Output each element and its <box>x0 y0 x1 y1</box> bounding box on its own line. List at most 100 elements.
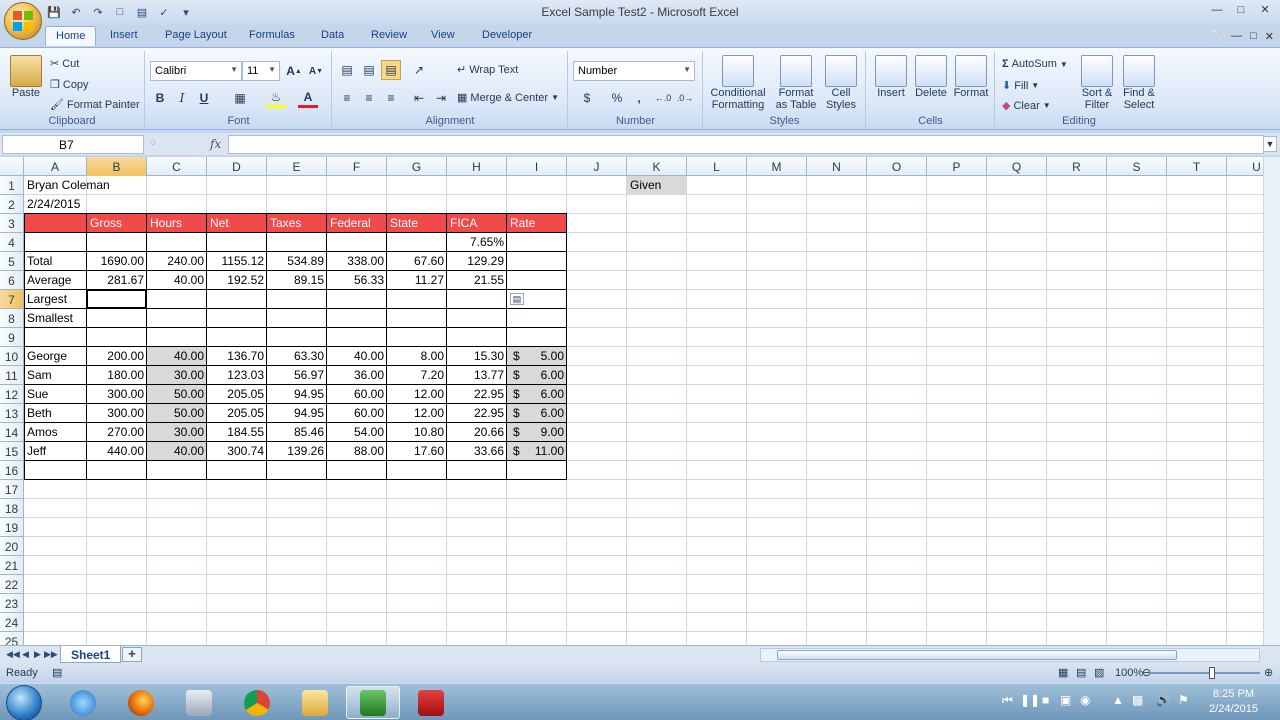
currency-button[interactable]: $ <box>577 88 597 108</box>
tab-developer[interactable]: Developer <box>482 29 532 41</box>
column-header-n[interactable]: N <box>807 157 867 176</box>
cell-a15[interactable]: Jeff <box>24 442 87 461</box>
cell-c12[interactable]: 50.00 <box>147 385 207 404</box>
media-stop-icon[interactable]: ■ <box>1042 693 1049 707</box>
cell-h14[interactable]: 20.66 <box>447 423 507 442</box>
name-box[interactable]: B7 <box>2 135 144 154</box>
cell-i10[interactable]: 5.00 $ <box>507 347 567 366</box>
row-header-22[interactable]: 22 <box>0 575 24 594</box>
volume-icon[interactable]: 🔊 <box>1156 693 1171 707</box>
paste-button[interactable]: Paste <box>8 55 44 99</box>
page-break-view-icon[interactable]: ▧ <box>1094 666 1104 679</box>
cell-i11[interactable]: 6.00 $ <box>507 366 567 385</box>
cell-a5[interactable]: Total <box>24 252 87 271</box>
sheet-tab-sheet1[interactable]: Sheet1 <box>60 646 122 663</box>
cell-c13[interactable]: 50.00 <box>147 404 207 423</box>
acrobat-icon[interactable] <box>404 686 458 719</box>
select-all-corner[interactable] <box>0 157 24 176</box>
number-format-select[interactable]: Number ▼ <box>573 61 695 81</box>
cell-f14[interactable]: 54.00 <box>327 423 387 442</box>
cell-e15[interactable]: 139.26 <box>267 442 327 461</box>
cell-g14[interactable]: 10.80 <box>387 423 447 442</box>
format-cells-button[interactable]: Format <box>951 55 991 99</box>
media-pause-icon[interactable]: ❚❚ <box>1020 693 1040 707</box>
next-sheet-icon[interactable]: ▶ <box>34 649 41 660</box>
cell-h11[interactable]: 13.77 <box>447 366 507 385</box>
chrome-icon[interactable] <box>230 686 284 719</box>
action-center-icon[interactable]: ⚑ <box>1178 693 1189 707</box>
cell-e11[interactable]: 56.97 <box>267 366 327 385</box>
insert-cells-button[interactable]: Insert <box>871 55 911 99</box>
row-header-4[interactable]: 4 <box>0 233 24 252</box>
cell-b14[interactable]: 270.00 <box>87 423 147 442</box>
cell-h12[interactable]: 22.95 <box>447 385 507 404</box>
column-header-l[interactable]: L <box>687 157 747 176</box>
delete-cells-button[interactable]: Delete <box>911 55 951 99</box>
borders-icon[interactable]: ▦ <box>230 88 250 108</box>
cell-b15[interactable]: 440.00 <box>87 442 147 461</box>
expand-formula-bar-icon[interactable]: ▼ <box>1263 136 1277 152</box>
row-header-7[interactable]: 7 <box>0 290 24 309</box>
office-button[interactable] <box>4 2 42 40</box>
zoom-slider-thumb[interactable] <box>1209 667 1215 679</box>
row-header-23[interactable]: 23 <box>0 594 24 613</box>
bold-button[interactable]: B <box>150 88 170 108</box>
cell-i15[interactable]: 11.00 $ <box>507 442 567 461</box>
copy-button[interactable]: ❐ Copy <box>50 78 89 92</box>
network-icon[interactable]: ▩ <box>1132 693 1143 707</box>
align-top-icon[interactable]: ▤ <box>337 60 357 80</box>
format-as-table-button[interactable]: Format as Table <box>772 55 820 111</box>
row-header-19[interactable]: 19 <box>0 518 24 537</box>
column-header-m[interactable]: M <box>747 157 807 176</box>
normal-view-icon[interactable]: ▦ <box>1058 666 1068 679</box>
cell-f15[interactable]: 88.00 <box>327 442 387 461</box>
column-header-i[interactable]: I <box>507 157 567 176</box>
zoom-slider-track[interactable] <box>1150 672 1260 674</box>
cell-e6[interactable]: 89.15 <box>267 271 327 290</box>
cell-i14[interactable]: 9.00 $ <box>507 423 567 442</box>
workbook-close-icon[interactable]: ✕ <box>1265 30 1274 43</box>
media-back-icon[interactable]: ⏮ <box>1002 693 1013 708</box>
cell-g5[interactable]: 67.60 <box>387 252 447 271</box>
cell-e3[interactable]: Taxes <box>267 214 327 233</box>
cell-e13[interactable]: 94.95 <box>267 404 327 423</box>
insert-sheet-icon[interactable]: ✚ <box>122 647 142 662</box>
column-header-d[interactable]: D <box>207 157 267 176</box>
cell-b6[interactable]: 281.67 <box>87 271 147 290</box>
cell-d13[interactable]: 205.05 <box>207 404 267 423</box>
minimize-icon[interactable]: — <box>1206 1 1228 18</box>
autosum-button[interactable]: Σ AutoSum ▼ <box>1002 58 1068 70</box>
insert-function-button[interactable]: fx <box>210 137 221 151</box>
tray-app-icon[interactable]: ◉ <box>1080 693 1090 707</box>
grow-font-button[interactable]: A ▲ <box>284 61 304 81</box>
wrap-text-button[interactable]: ↵ Wrap Text <box>457 63 518 77</box>
row-header-24[interactable]: 24 <box>0 613 24 632</box>
cell-b10[interactable]: 200.00 <box>87 347 147 366</box>
align-left-icon[interactable]: ≡ <box>337 88 357 108</box>
cell-b3[interactable]: Gross <box>87 214 147 233</box>
workbook-restore-icon[interactable]: □ <box>1250 30 1257 43</box>
page-layout-view-icon[interactable]: ▤ <box>1076 666 1086 679</box>
row-header-14[interactable]: 14 <box>0 423 24 442</box>
zoom-level[interactable]: 100% <box>1115 667 1143 679</box>
row-header-12[interactable]: 12 <box>0 385 24 404</box>
cell-d10[interactable]: 136.70 <box>207 347 267 366</box>
excel-taskbar-icon[interactable] <box>346 686 400 719</box>
percent-button[interactable]: % <box>607 88 627 108</box>
font-name-select[interactable]: Calibri ▼ <box>150 61 242 81</box>
cell-a12[interactable]: Sue <box>24 385 87 404</box>
cell-styles-button[interactable]: Cell Styles <box>820 55 862 111</box>
cell-g12[interactable]: 12.00 <box>387 385 447 404</box>
increase-decimal-icon[interactable]: ←.0 <box>653 88 673 108</box>
cell-b13[interactable]: 300.00 <box>87 404 147 423</box>
first-sheet-icon[interactable]: ◀◀ <box>6 649 20 660</box>
tab-insert[interactable]: Insert <box>110 29 138 41</box>
row-header-9[interactable]: 9 <box>0 328 24 347</box>
column-header-p[interactable]: P <box>927 157 987 176</box>
cell-g13[interactable]: 12.00 <box>387 404 447 423</box>
cell-h6[interactable]: 21.55 <box>447 271 507 290</box>
column-header-k[interactable]: K <box>627 157 687 176</box>
underline-button[interactable]: U <box>194 88 214 108</box>
cell-h3[interactable]: FICA <box>447 214 507 233</box>
vertical-scrollbar[interactable] <box>1263 157 1280 645</box>
